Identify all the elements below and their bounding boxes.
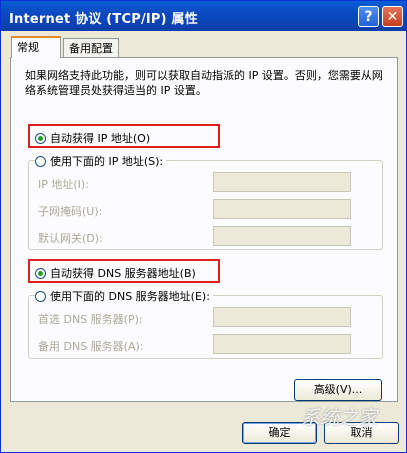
default-gateway-field[interactable] bbox=[213, 226, 351, 246]
radio-indicator bbox=[35, 155, 46, 167]
dialog-window: Internet 协议 (TCP/IP) 属性 ? ✕ 常规 备用配置 如果网络… bbox=[0, 0, 407, 453]
alternate-dns-label: 备用 DNS 服务器(A): bbox=[38, 340, 144, 353]
radio-manual-ip[interactable]: 使用下面的 IP 地址(S): bbox=[35, 153, 167, 169]
description-text: 如果网络支持此功能，则可以获取自动指派的 IP 设置。否则，您需要从网络系统管理… bbox=[25, 69, 383, 97]
radio-manual-dns-label: 使用下面的 DNS 服务器地址(E): bbox=[50, 290, 210, 303]
radio-manual-dns[interactable]: 使用下面的 DNS 服务器地址(E): bbox=[35, 288, 213, 304]
subnet-mask-field[interactable] bbox=[213, 199, 351, 219]
radio-auto-dns-label: 自动获得 DNS 服务器地址(B) bbox=[50, 267, 196, 280]
radio-indicator bbox=[35, 267, 46, 279]
title-bar[interactable]: Internet 协议 (TCP/IP) 属性 ? ✕ bbox=[1, 1, 406, 31]
ip-address-field[interactable] bbox=[213, 172, 351, 192]
alternate-dns-field[interactable] bbox=[213, 334, 351, 354]
radio-indicator bbox=[35, 290, 46, 302]
radio-indicator bbox=[35, 132, 46, 144]
ip-address-label: IP 地址(I): bbox=[38, 178, 89, 191]
radio-auto-ip-label: 自动获得 IP 地址(O) bbox=[50, 132, 151, 145]
radio-auto-dns[interactable]: 自动获得 DNS 服务器地址(B) bbox=[35, 265, 196, 281]
advanced-button[interactable]: 高级(V)... bbox=[294, 379, 382, 401]
help-button[interactable]: ? bbox=[358, 6, 379, 27]
default-gateway-label: 默认网关(D): bbox=[38, 232, 103, 245]
subnet-mask-label: 子网掩码(U): bbox=[38, 205, 103, 218]
preferred-dns-label: 首选 DNS 服务器(P): bbox=[38, 313, 143, 326]
tab-general[interactable]: 常规 bbox=[11, 36, 61, 58]
watermark-logo: 系统之家 bbox=[301, 407, 378, 429]
radio-auto-ip[interactable]: 自动获得 IP 地址(O) bbox=[35, 130, 150, 146]
tab-alternate-config[interactable]: 备用配置 bbox=[63, 38, 119, 58]
window-title: Internet 协议 (TCP/IP) 属性 bbox=[9, 12, 198, 27]
close-button[interactable]: ✕ bbox=[382, 6, 403, 27]
preferred-dns-field[interactable] bbox=[213, 307, 351, 327]
radio-manual-ip-label: 使用下面的 IP 地址(S): bbox=[50, 155, 164, 168]
